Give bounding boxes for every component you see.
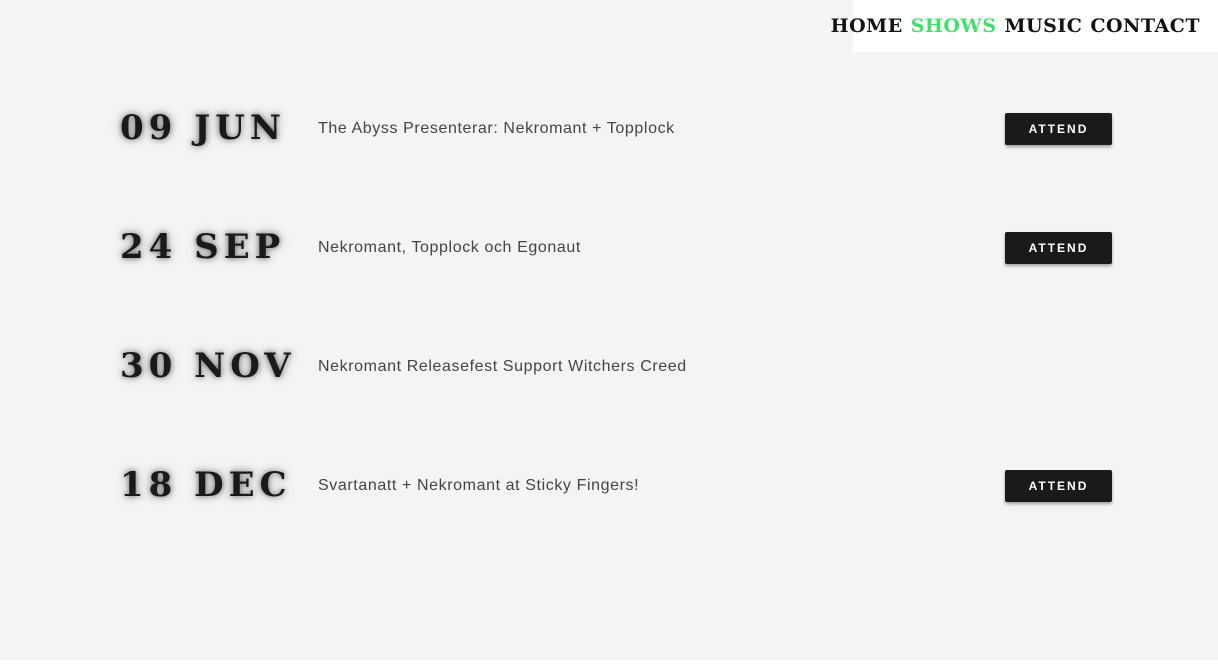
show-date: 24 SEP — [120, 227, 286, 267]
show-title: Nekromant, Topplock och Egonaut — [318, 239, 581, 256]
show-row: 09 JUN The Abyss Presenterar: Nekromant … — [0, 70, 1218, 189]
nav-link-contact[interactable]: CONTACT — [1090, 15, 1200, 37]
nav-link-shows[interactable]: SHOWS — [911, 15, 997, 37]
attend-button[interactable]: ATTEND — [1005, 113, 1112, 145]
attend-button[interactable]: ATTEND — [1005, 232, 1112, 264]
nav-link-home[interactable]: HOME — [831, 15, 903, 37]
show-date: 18 DEC — [120, 465, 292, 505]
show-title: The Abyss Presenterar: Nekromant + Toppl… — [318, 120, 675, 137]
nav-link-music[interactable]: MUSIC — [1005, 15, 1083, 37]
footer-strip — [0, 660, 1218, 672]
main-nav: HOME SHOWS MUSIC CONTACT — [831, 0, 1218, 52]
show-title: Nekromant Releasefest Support Witchers C… — [318, 358, 687, 375]
show-date: 30 NOV — [120, 346, 296, 386]
shows-list: 09 JUN The Abyss Presenterar: Nekromant … — [0, 70, 1218, 546]
show-row: 24 SEP Nekromant, Topplock och Egonaut A… — [0, 189, 1218, 308]
show-row: 18 DEC Svartanatt + Nekromant at Sticky … — [0, 427, 1218, 546]
show-row: 30 NOV Nekromant Releasefest Support Wit… — [0, 308, 1218, 427]
show-date: 09 JUN — [120, 108, 286, 148]
show-title: Svartanatt + Nekromant at Sticky Fingers… — [318, 477, 640, 494]
attend-button[interactable]: ATTEND — [1005, 470, 1112, 502]
